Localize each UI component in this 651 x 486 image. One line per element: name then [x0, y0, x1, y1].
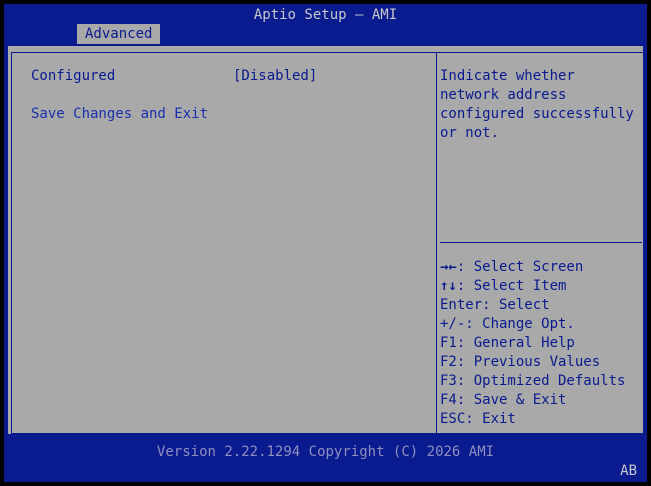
key-legend-item: F3: Optimized Defaults: [440, 373, 626, 389]
tab-advanced[interactable]: Advanced: [77, 24, 161, 44]
key-legend: →←: Select Screen ↑↓: Select Item Enter:…: [440, 258, 640, 429]
help-pane: Indicate whether network address configu…: [437, 53, 643, 433]
key-legend-item: ↑↓: Select Item: [440, 278, 567, 294]
key-legend-item: ESC: Exit: [440, 411, 516, 427]
bios-screen: Aptio Setup – AMI Advanced Configured [D…: [4, 4, 647, 482]
window-title: Aptio Setup – AMI: [253, 7, 398, 23]
settings-pane: Configured [Disabled] Save Changes and E…: [12, 53, 436, 433]
key-legend-item: F1: General Help: [440, 335, 575, 351]
configured-label[interactable]: Configured: [31, 67, 115, 86]
key-legend-item: F4: Save & Exit: [440, 392, 567, 408]
version-footer: Version 2.22.1294 Copyright (C) 2026 AMI: [156, 444, 495, 460]
content-frame: Configured [Disabled] Save Changes and E…: [11, 52, 644, 434]
save-changes-and-exit-item[interactable]: Save Changes and Exit: [31, 105, 208, 124]
help-text: Indicate whether network address configu…: [440, 68, 634, 141]
help-divider: [440, 242, 642, 243]
key-legend-item: F2: Previous Values: [440, 354, 601, 370]
arrows-up-down-icon: ↑↓: [440, 278, 457, 294]
key-legend-item: Enter: Select: [440, 297, 550, 313]
arrows-left-right-icon: →←: [440, 259, 457, 275]
main-panel: Configured [Disabled] Save Changes and E…: [6, 44, 645, 436]
key-legend-item: +/-: Change Opt.: [440, 316, 575, 332]
key-legend-item: →←: Select Screen: [440, 259, 584, 275]
configured-value[interactable]: [Disabled]: [233, 67, 317, 86]
status-indicator: AB: [620, 463, 637, 479]
